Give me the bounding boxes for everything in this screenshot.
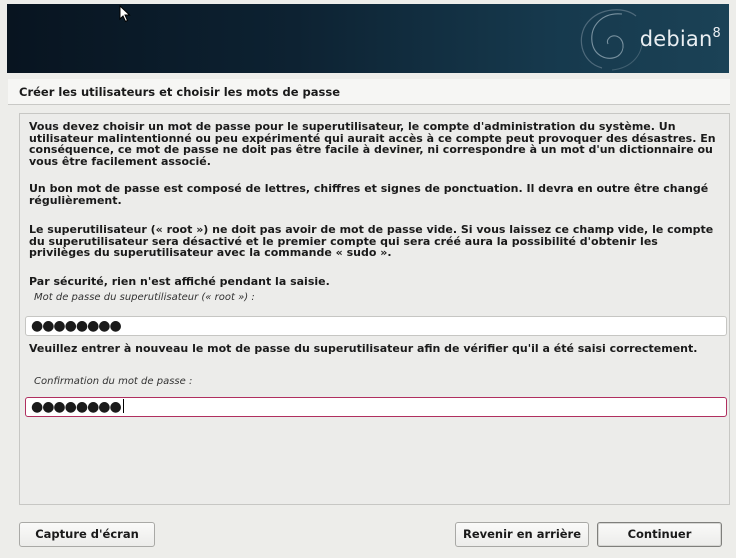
content-panel: Vous devez choisir un mot de passe pour …: [19, 113, 730, 505]
screenshot-button[interactable]: Capture d'écran: [19, 522, 155, 547]
text-caret: [122, 399, 124, 413]
confirm-prompt: Veuillez entrer à nouveau le mot de pass…: [29, 342, 698, 355]
back-button[interactable]: Revenir en arrière: [455, 522, 589, 547]
debian-banner: debian8: [7, 4, 729, 73]
root-password-field[interactable]: ●●●●●●●●: [25, 316, 727, 336]
brand-name: debian: [639, 27, 713, 51]
intro-paragraph: Vous devez choisir un mot de passe pour …: [29, 120, 716, 168]
debian-brand: debian8: [639, 26, 721, 51]
confirm-password-value: ●●●●●●●●: [31, 399, 122, 415]
confirm-password-field[interactable]: ●●●●●●●●: [25, 397, 727, 417]
page-title: Créer les utilisateurs et choisir les mo…: [8, 79, 730, 105]
root-empty-paragraph: Le superutilisateur (« root ») ne doit p…: [29, 223, 714, 260]
security-note: Par sécurité, rien n'est affiché pendant…: [29, 275, 330, 288]
mouse-cursor-icon: [119, 5, 131, 23]
password-label: Mot de passe du superutilisateur (« root…: [34, 292, 255, 303]
confirm-label: Confirmation du mot de passe :: [34, 376, 193, 387]
password-advice-paragraph: Un bon mot de passe est composé de lettr…: [29, 182, 709, 207]
continue-button[interactable]: Continuer: [597, 522, 722, 547]
brand-version: 8: [712, 26, 721, 41]
root-password-value: ●●●●●●●●: [31, 318, 122, 334]
